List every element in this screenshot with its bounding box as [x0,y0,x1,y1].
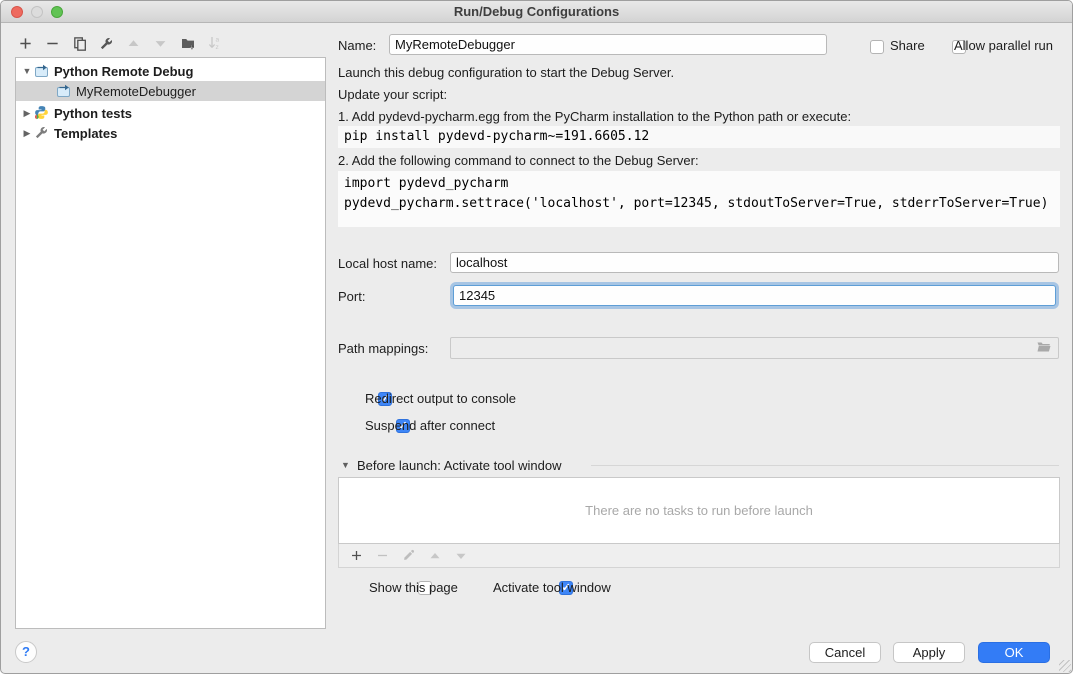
path-mappings-label: Path mappings: [338,341,428,356]
tree-item-python-remote-debug[interactable]: ▼ Python Remote Debug [16,61,325,81]
redirect-output-label: Redirect output to console [365,391,516,406]
window-title: Run/Debug Configurations [1,1,1072,23]
configurations-tree: ▼ Python Remote Debug MyRemoteDebugger ▶… [15,57,326,629]
ok-button[interactable]: OK [978,642,1050,663]
minus-icon [376,549,389,562]
configurations-toolbar: az [17,31,327,55]
local-host-name-input[interactable] [450,252,1059,273]
minus-icon [45,36,60,51]
new-folder-button[interactable] [179,35,196,52]
move-task-up-button [427,548,442,563]
arrow-up-icon [429,550,441,562]
apply-button[interactable]: Apply [893,642,965,663]
update-script-text: Update your script: [338,87,447,102]
name-input[interactable] [389,34,827,55]
move-up-button [125,35,142,52]
settrace-code-block: import pydevd_pycharm pydevd_pycharm.set… [338,171,1060,227]
cancel-button[interactable]: Cancel [809,642,881,663]
add-configuration-button[interactable] [17,35,34,52]
tree-item-label: Templates [54,126,117,141]
run-config-icon [34,63,50,79]
before-launch-task-list[interactable]: There are no tasks to run before launch [338,477,1060,544]
intro-text: Launch this debug configuration to start… [338,65,674,80]
suspend-after-connect-label: Suspend after connect [365,418,495,433]
folder-add-icon [180,35,196,51]
resize-grip[interactable] [1059,660,1071,672]
title-bar: Run/Debug Configurations [1,1,1072,23]
allow-parallel-run-label: Allow parallel run [954,38,1053,53]
wrench-icon [99,36,114,51]
add-task-button[interactable] [349,548,364,563]
copy-configuration-button[interactable] [71,35,88,52]
arrow-up-icon [127,37,140,50]
chevron-expanded-icon[interactable]: ▼ [20,66,34,76]
empty-task-text: There are no tasks to run before launch [585,503,813,518]
chevron-collapsed-icon[interactable]: ▶ [20,108,34,119]
share-checkbox[interactable] [870,40,884,54]
code-line-import: import pydevd_pycharm [344,174,1054,194]
tree-item-myremotedebugger[interactable]: MyRemoteDebugger [16,81,325,101]
arrow-down-icon [154,37,167,50]
open-folder-icon [1036,340,1052,357]
plus-icon [350,549,363,562]
tree-item-templates[interactable]: ▶ Templates [16,123,325,143]
templates-wrench-icon [34,125,50,141]
plus-icon [18,36,33,51]
run-config-icon [56,83,72,99]
name-label: Name: [338,38,376,53]
local-host-name-label: Local host name: [338,256,437,271]
step2-text: 2. Add the following command to connect … [338,153,699,168]
path-mappings-field[interactable] [450,337,1059,359]
help-button[interactable]: ? [15,641,37,663]
sort-configurations-button: az [206,35,223,52]
remove-configuration-button[interactable] [44,35,61,52]
browse-button[interactable] [1031,339,1057,357]
tree-item-label: MyRemoteDebugger [76,84,196,99]
section-divider [591,465,1059,466]
copy-icon [72,36,87,51]
step1-text: 1. Add pydevd-pycharm.egg from the PyCha… [338,109,851,124]
edit-task-button [401,548,416,563]
port-label: Port: [338,289,365,304]
port-input[interactable] [453,285,1056,306]
share-label: Share [890,38,925,53]
move-task-down-button [453,548,468,563]
run-debug-configurations-dialog: Run/Debug Configurations az ▼ [0,0,1073,674]
remove-task-button [375,548,390,563]
show-this-page-label: Show this page [369,580,458,595]
code-line-settrace: pydevd_pycharm.settrace('localhost', por… [344,194,1054,214]
before-launch-title: Before launch: Activate tool window [357,458,562,473]
python-tests-icon [34,105,50,121]
move-down-button [152,35,169,52]
sort-az-icon: az [207,35,223,51]
pip-install-code: pip install pydevd-pycharm~=191.6605.12 [338,126,1060,148]
svg-text:a: a [215,37,219,44]
chevron-collapsed-icon[interactable]: ▶ [20,128,34,139]
before-launch-collapse-icon[interactable]: ▼ [341,460,350,470]
arrow-down-icon [455,550,467,562]
tree-item-label: Python tests [54,106,132,121]
tree-item-python-tests[interactable]: ▶ Python tests [16,103,325,123]
edit-templates-button[interactable] [98,35,115,52]
tree-item-label: Python Remote Debug [54,64,193,79]
activate-tool-window-label: Activate tool window [493,580,611,595]
svg-text:z: z [215,44,218,51]
pencil-icon [402,549,415,562]
before-launch-toolbar [338,544,1060,568]
